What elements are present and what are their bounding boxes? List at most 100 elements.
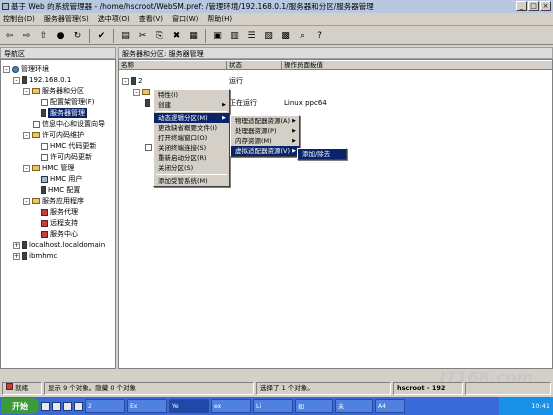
host-icon — [22, 241, 27, 249]
menu-server-mgmt[interactable]: 服务器管理(S) — [44, 14, 89, 24]
task-button[interactable]: Ex — [127, 399, 167, 413]
window-title: 基于 Web 的系统管理器 - /home/hscroot/WebSM.pref… — [11, 2, 374, 11]
task-button[interactable]: Ye — [169, 399, 209, 413]
forward-icon[interactable]: ⇨ — [19, 29, 34, 43]
back-icon[interactable]: ⇦ — [2, 29, 17, 43]
table-row[interactable] — [145, 98, 150, 108]
menu-selected[interactable]: 选中项(O) — [98, 14, 130, 24]
status-user: hscroot - 192 — [393, 382, 463, 395]
task-button[interactable]: 如 — [295, 399, 333, 413]
quicklaunch-icon[interactable] — [74, 401, 83, 411]
properties-icon[interactable]: ▤ — [118, 29, 133, 43]
menu-item-memory[interactable]: 内存资源(M) ▶ — [231, 136, 299, 146]
tree-item-host[interactable]: -192.168.0.1 — [13, 75, 71, 85]
menu-item-change-profile[interactable]: 更改缺省概要文件(I) — [154, 123, 229, 133]
table-row[interactable]: - — [133, 87, 150, 97]
quicklaunch-icon[interactable] — [63, 401, 72, 411]
details-view-icon[interactable]: ▧ — [261, 29, 276, 43]
tree-item-servers-partitions[interactable]: - 服务器和分区 — [23, 86, 84, 96]
config-icon — [41, 186, 46, 194]
menu-item-open-terminal[interactable]: 打开终端窗口(O) — [154, 133, 229, 143]
menu-help[interactable]: 帮助(H) — [207, 14, 232, 24]
help-icon[interactable]: ? — [312, 29, 327, 43]
task-button[interactable]: ex — [211, 399, 251, 413]
find-icon[interactable]: ⌕ — [295, 29, 310, 43]
info-icon — [33, 120, 40, 128]
tree-item-hmc-update[interactable]: HMC 代码更新 — [41, 141, 96, 151]
cut-icon[interactable]: ✂ — [135, 29, 150, 43]
check-icon[interactable]: ✔ — [94, 29, 109, 43]
status-icon — [6, 383, 13, 390]
quicklaunch-icon[interactable] — [41, 401, 50, 411]
tree-item-license-update[interactable]: 许可内码更新 — [41, 152, 92, 162]
stop-icon[interactable]: ● — [53, 29, 68, 43]
folder-icon — [32, 88, 40, 94]
menu-item-restart[interactable]: 重新启动分区(R) — [154, 153, 229, 163]
delete-icon[interactable]: ✖ — [169, 29, 184, 43]
maximize-button[interactable]: □ — [528, 1, 539, 11]
profile-icon — [145, 143, 152, 151]
list-view-icon[interactable]: ☰ — [244, 29, 259, 43]
menu-item-close-terminal[interactable]: 关闭终端连接(S) — [154, 143, 229, 153]
host-icon — [22, 76, 27, 84]
tree-item-frame-mgmt[interactable]: 配置架管理(F) — [41, 97, 95, 107]
title-bar: 基于 Web 的系统管理器 - /home/hscroot/WebSM.pref… — [0, 0, 553, 13]
menu-item-shutdown[interactable]: 关闭分区(S) — [154, 163, 229, 173]
tree-view-icon[interactable]: ▩ — [278, 29, 293, 43]
tree-item-hmc-config[interactable]: HMC 配置 — [41, 185, 80, 195]
menu-item-add-remove[interactable]: 添加/除去 — [298, 149, 346, 159]
globe-icon — [12, 65, 19, 73]
task-button[interactable]: 未 — [335, 399, 373, 413]
tree-item-mgmt-env[interactable]: - 管理环境 — [3, 64, 49, 74]
tree-item-service-apps[interactable]: - 服务应用程序 — [23, 196, 84, 206]
task-button[interactable]: 2 — [85, 399, 125, 413]
menu-item-add-managed[interactable]: 添加受管系统(M) — [154, 176, 229, 186]
menu-view[interactable]: 查看(V) — [139, 14, 163, 24]
menu-item-virtual-adapter[interactable]: 虚拟适配器资源(V) ▶ — [231, 146, 299, 156]
tree-item-remote-support[interactable]: 远程支持 — [41, 218, 78, 228]
nav-header: 导航区 — [0, 47, 116, 59]
tree-item-info-center[interactable]: 信息中心和设置向导 — [33, 119, 105, 129]
row-status: 正在运行 — [229, 99, 257, 107]
small-icons-view-icon[interactable]: ▥ — [227, 29, 242, 43]
refresh-icon[interactable]: ↻ — [70, 29, 85, 43]
update-icon — [41, 142, 48, 150]
minimize-button[interactable]: _ — [516, 1, 527, 11]
large-icons-view-icon[interactable]: ▣ — [210, 29, 225, 43]
task-button[interactable]: A4 — [375, 399, 405, 413]
tree-item-service-center[interactable]: 服务中心 — [41, 229, 78, 239]
menu-item-properties[interactable]: 特性(I) — [154, 90, 229, 100]
tree-item-localhost[interactable]: + localhost.localdomain — [13, 240, 105, 250]
start-button[interactable]: 开始 — [1, 398, 39, 414]
frame-icon — [41, 98, 48, 106]
menu-item-physical-adapter[interactable]: 物理适配器资源(A) ▶ — [231, 116, 299, 126]
menu-window[interactable]: 窗口(W) — [172, 14, 198, 24]
menu-console[interactable]: 控制台(D) — [3, 14, 35, 24]
tree-item-hmc-users[interactable]: HMC 用户 — [41, 174, 82, 184]
folder-icon — [142, 89, 150, 95]
virtual-adapter-submenu: 添加/除去 — [297, 148, 347, 160]
menu-item-processor[interactable]: 处理器资源(P) ▶ — [231, 126, 299, 136]
tree-item-license-code[interactable]: - 许可内码维护 — [23, 130, 84, 140]
folder-icon — [32, 132, 40, 138]
tree-item-hmc-mgmt[interactable]: - HMC 管理 — [23, 163, 74, 173]
tool-icon — [41, 230, 48, 238]
task-button[interactable]: Li — [253, 399, 293, 413]
column-header-name[interactable]: 名称 — [119, 61, 227, 70]
tree-item-service-agent[interactable]: 服务代理 — [41, 207, 78, 217]
table-row[interactable]: -2 — [122, 76, 142, 86]
column-header-status[interactable]: 状态 — [227, 61, 282, 70]
quicklaunch-icon[interactable] — [52, 401, 61, 411]
tree-item-server-mgmt[interactable]: 服务器管理 — [41, 108, 87, 118]
copy-icon[interactable]: ⎘ — [152, 29, 167, 43]
paste-icon[interactable]: ▦ — [186, 29, 201, 43]
menu-item-dlpar[interactable]: 动态逻辑分区(M) ▶ — [154, 113, 229, 123]
column-header-panel[interactable]: 操作员面板值 — [282, 61, 553, 70]
up-icon[interactable]: ⇧ — [36, 29, 51, 43]
table-row[interactable] — [145, 142, 152, 152]
server-icon — [131, 77, 136, 85]
close-button[interactable]: × — [540, 1, 551, 11]
tree-item-ibmhmc[interactable]: + ibmhmc — [13, 251, 57, 261]
menu-item-create[interactable]: 创建 ▶ — [154, 100, 229, 110]
nav-tree[interactable]: - 管理环境 -192.168.0.1 - 服务器和分区 配置架管理(F) 服务器管… — [0, 59, 116, 369]
